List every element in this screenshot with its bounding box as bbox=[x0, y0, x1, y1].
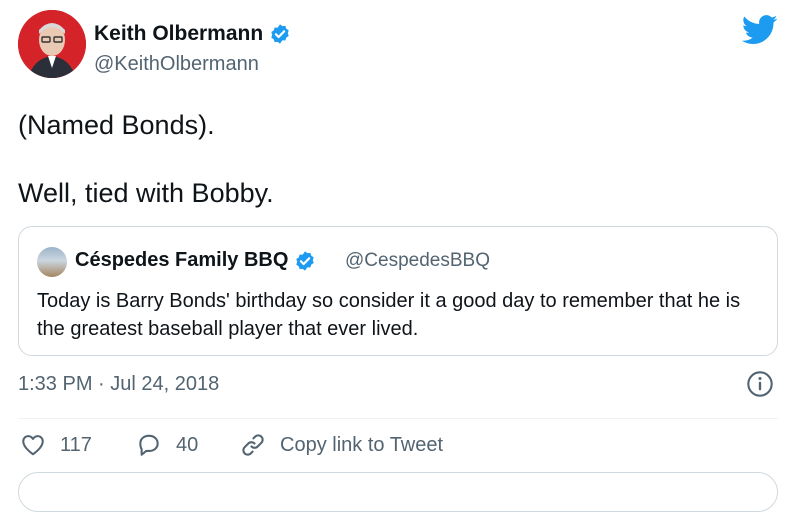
copy-link-button[interactable]: Copy link to Tweet bbox=[240, 432, 443, 458]
verified-badge-icon bbox=[296, 250, 315, 271]
quoted-author-name[interactable]: Céspedes Family BBQ bbox=[75, 249, 288, 272]
verified-badge-icon bbox=[271, 24, 289, 44]
like-button[interactable]: 117 bbox=[20, 432, 92, 458]
quoted-tweet-text: Today is Barry Bonds' birthday so consid… bbox=[37, 290, 741, 340]
tweet-timestamp[interactable]: 1:33 PM · Jul 24, 2018 bbox=[18, 373, 219, 396]
reply-bubble-icon bbox=[139, 434, 159, 456]
quoted-author-avatar[interactable] bbox=[37, 247, 67, 277]
info-icon[interactable] bbox=[746, 370, 774, 398]
link-icon bbox=[242, 434, 264, 456]
author-handle[interactable]: @KeithOlbermann bbox=[94, 53, 259, 76]
reply-button[interactable]: 40 bbox=[136, 432, 198, 458]
tweet-text-line-1: (Named Bonds). bbox=[18, 110, 215, 140]
like-count: 117 bbox=[60, 433, 92, 456]
quoted-author-handle[interactable]: @CespedesBBQ bbox=[345, 250, 490, 272]
quoted-tweet-card[interactable]: Céspedes Family BBQ @CespedesBBQ Today i… bbox=[18, 226, 778, 356]
reply-count: 40 bbox=[176, 433, 199, 456]
divider bbox=[18, 418, 778, 419]
author-avatar[interactable] bbox=[18, 10, 86, 78]
quoted-author-name-row[interactable]: Céspedes Family BBQ bbox=[75, 249, 316, 272]
read-replies-button[interactable] bbox=[18, 472, 778, 512]
tweet-text-line-2: Well, tied with Bobby. bbox=[18, 178, 274, 208]
copy-link-label: Copy link to Tweet bbox=[280, 433, 444, 456]
heart-icon bbox=[22, 435, 44, 456]
author-name-row[interactable]: Keith Olbermann bbox=[94, 22, 291, 46]
twitter-bird-icon[interactable] bbox=[742, 14, 778, 46]
author-name[interactable]: Keith Olbermann bbox=[94, 22, 263, 46]
